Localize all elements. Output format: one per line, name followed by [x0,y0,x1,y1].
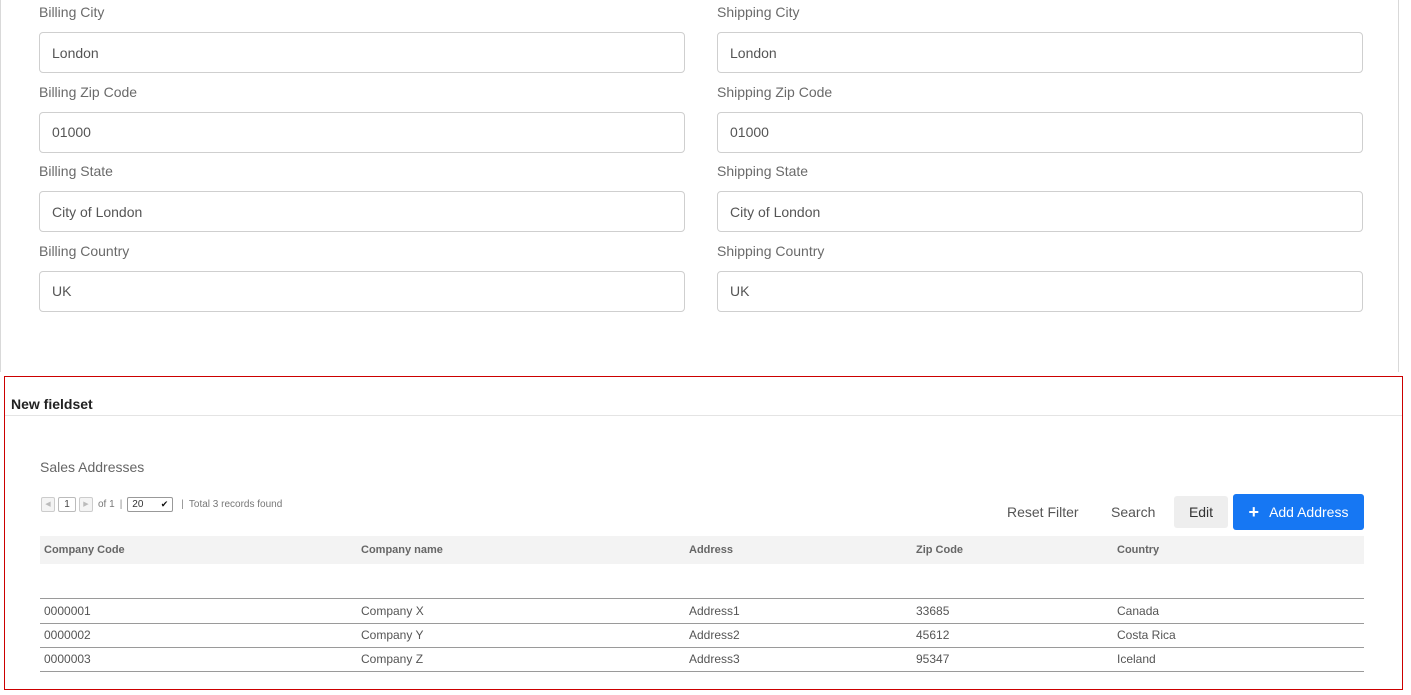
page-size-value: 20 [132,498,144,510]
shipping-country-group: Shipping Country [717,239,1363,319]
reset-filter-label: Reset Filter [1007,503,1079,520]
cell-country: Iceland [1117,652,1156,667]
billing-country-group: Billing Country [39,239,685,319]
billing-state-group: Billing State [39,159,685,239]
billing-address-form: Billing City Billing Zip Code Billing St… [39,0,685,318]
cell-zip-code: 33685 [916,603,950,618]
page-of-text: of 1 [98,498,115,510]
shipping-city-input[interactable] [717,32,1363,73]
reset-filter-button[interactable]: Reset Filter [1007,494,1079,529]
shipping-city-label: Shipping City [717,4,800,20]
add-address-button[interactable]: + Add Address [1233,494,1364,530]
billing-country-label: Billing Country [39,242,130,259]
fieldset-title: New fieldset [11,396,93,412]
cell-zip-code: 45612 [916,628,950,643]
shipping-zip-input[interactable] [717,111,1363,153]
shipping-address-form: Shipping City Shipping Zip Code Shipping… [717,0,1363,318]
table-row[interactable]: 0000002 Company Y Address2 45612 Costa R… [40,622,1364,648]
pager: ◀ 1 ▶ of 1 | 20 ✔ | Total 3 records foun… [41,495,282,513]
column-header-zip-code[interactable]: Zip Code [916,544,1117,556]
plus-icon: + [1248,502,1260,522]
table-row[interactable]: 0000001 Company X Address1 33685 Canada [40,598,1364,623]
column-header-company-code[interactable]: Company Code [40,544,361,556]
cell-country: Canada [1117,603,1160,618]
shipping-country-label: Shipping Country [717,242,825,259]
billing-zip-label: Billing Zip Code [39,83,138,100]
cell-zip-code: 95347 [916,652,950,667]
table-row[interactable]: 0000003 Company Z Address3 95347 Iceland [40,647,1364,672]
pager-separator-2: | [181,498,184,510]
column-header-country[interactable]: Country [1117,544,1364,556]
billing-state-input[interactable] [39,191,685,232]
cell-country: Costa Rica [1117,628,1176,643]
add-address-label: Add Address [1269,504,1349,520]
shipping-state-group: Shipping State [717,159,1363,239]
sales-addresses-table: Company Code Company name Address Zip Co… [40,536,1364,672]
cell-address: Address1 [689,603,740,618]
pager-separator: | [119,498,123,510]
search-button[interactable]: Search [1111,494,1155,529]
chevron-down-icon: ✔ [160,498,169,509]
cell-company-code: 0000003 [44,652,91,667]
shipping-country-input[interactable] [717,270,1363,312]
cell-company-name: Company X [361,603,424,618]
billing-city-group: Billing City [39,0,685,80]
caret-right-icon[interactable]: ▶ [79,496,93,512]
caret-left-icon[interactable]: ◀ [41,496,55,512]
billing-zip-input[interactable] [39,111,685,153]
billing-city-label: Billing City [39,4,105,20]
cell-company-name: Company Z [361,652,424,667]
column-header-company-name[interactable]: Company name [361,544,689,556]
cell-company-code: 0000001 [44,603,91,618]
billing-country-input[interactable] [39,270,685,312]
new-fieldset: New fieldset Sales Addresses ◀ 1 ▶ of 1 … [4,376,1403,690]
grid-title: Sales Addresses [40,459,145,475]
billing-city-input[interactable] [39,32,685,73]
edit-button[interactable]: Edit [1174,496,1228,528]
shipping-state-label: Shipping State [717,163,809,179]
search-label: Search [1111,503,1156,520]
billing-state-label: Billing State [39,163,113,179]
filter-row[interactable] [40,564,1364,598]
column-header-address[interactable]: Address [689,544,916,556]
shipping-state-input[interactable] [717,191,1363,232]
page-number-input[interactable]: 1 [58,496,76,512]
edit-label: Edit [1188,504,1214,520]
total-records-text: Total 3 records found [188,498,283,510]
shipping-zip-label: Shipping Zip Code [717,83,833,100]
fieldset-divider [5,415,1402,416]
cell-address: Address3 [689,652,740,667]
billing-zip-group: Billing Zip Code [39,80,685,160]
cell-address: Address2 [689,628,740,643]
cell-company-code: 0000002 [44,628,91,643]
cell-company-name: Company Y [361,628,424,643]
page-size-select[interactable]: 20 ✔ [127,496,174,512]
shipping-zip-group: Shipping Zip Code [717,80,1363,160]
table-header: Company Code Company name Address Zip Co… [40,536,1364,564]
shipping-city-group: Shipping City [717,0,1363,80]
